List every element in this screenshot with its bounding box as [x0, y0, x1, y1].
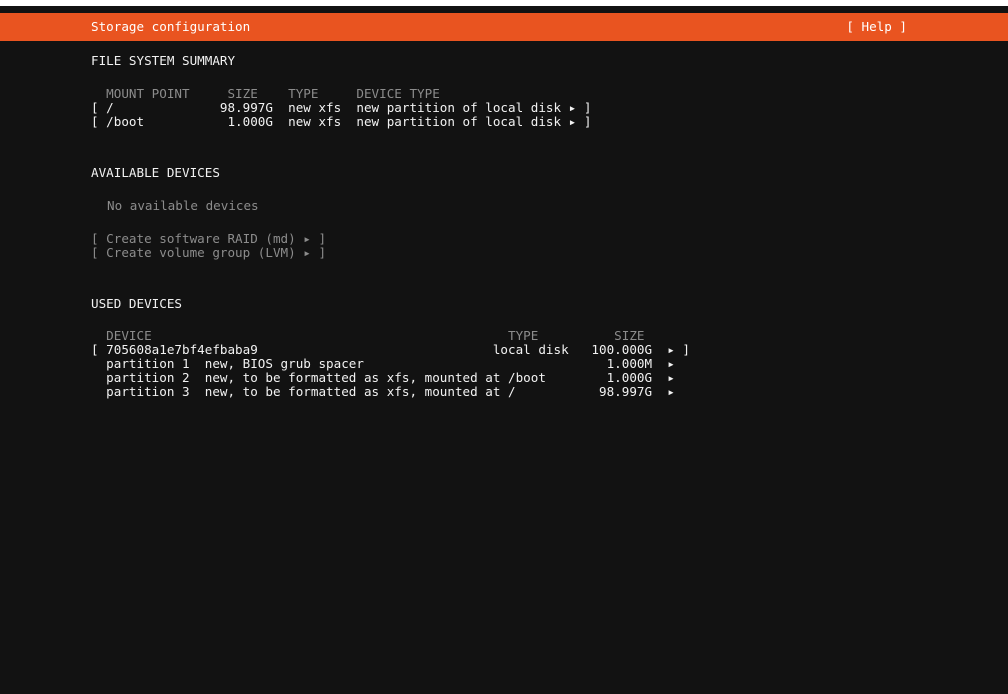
fs-summary-columns: MOUNT POINT SIZE TYPE DEVICE TYPE	[91, 86, 440, 101]
create-raid-button[interactable]: [ Create software RAID (md) ▸ ]	[91, 232, 326, 246]
title-bar: Storage configuration [ Help ]	[0, 13, 1008, 41]
top-border	[0, 0, 1008, 6]
create-lvm-button[interactable]: [ Create volume group (LVM) ▸ ]	[91, 246, 326, 260]
used-devices-columns: DEVICE TYPE SIZE	[91, 328, 645, 343]
used-partition-1-row[interactable]: partition 1 new, BIOS grub spacer 1.000M…	[91, 357, 675, 371]
used-devices-heading: USED DEVICES	[91, 296, 182, 311]
fs-summary-heading: FILE SYSTEM SUMMARY	[91, 53, 236, 68]
help-button[interactable]: [ Help ]	[846, 19, 907, 34]
no-available-devices-text: No available devices	[107, 198, 259, 213]
used-device-disk-row[interactable]: [ 705608a1e7bf4efbaba9 local disk 100.00…	[91, 343, 690, 357]
fs-row-boot[interactable]: [ /boot 1.000G new xfs new partition of …	[91, 115, 591, 129]
used-partition-3-row[interactable]: partition 3 new, to be formatted as xfs,…	[91, 385, 675, 399]
used-partition-2-row[interactable]: partition 2 new, to be formatted as xfs,…	[91, 371, 675, 385]
available-devices-heading: AVAILABLE DEVICES	[91, 165, 220, 180]
fs-row-root[interactable]: [ / 98.997G new xfs new partition of loc…	[91, 101, 591, 115]
page-title: Storage configuration	[91, 19, 251, 34]
